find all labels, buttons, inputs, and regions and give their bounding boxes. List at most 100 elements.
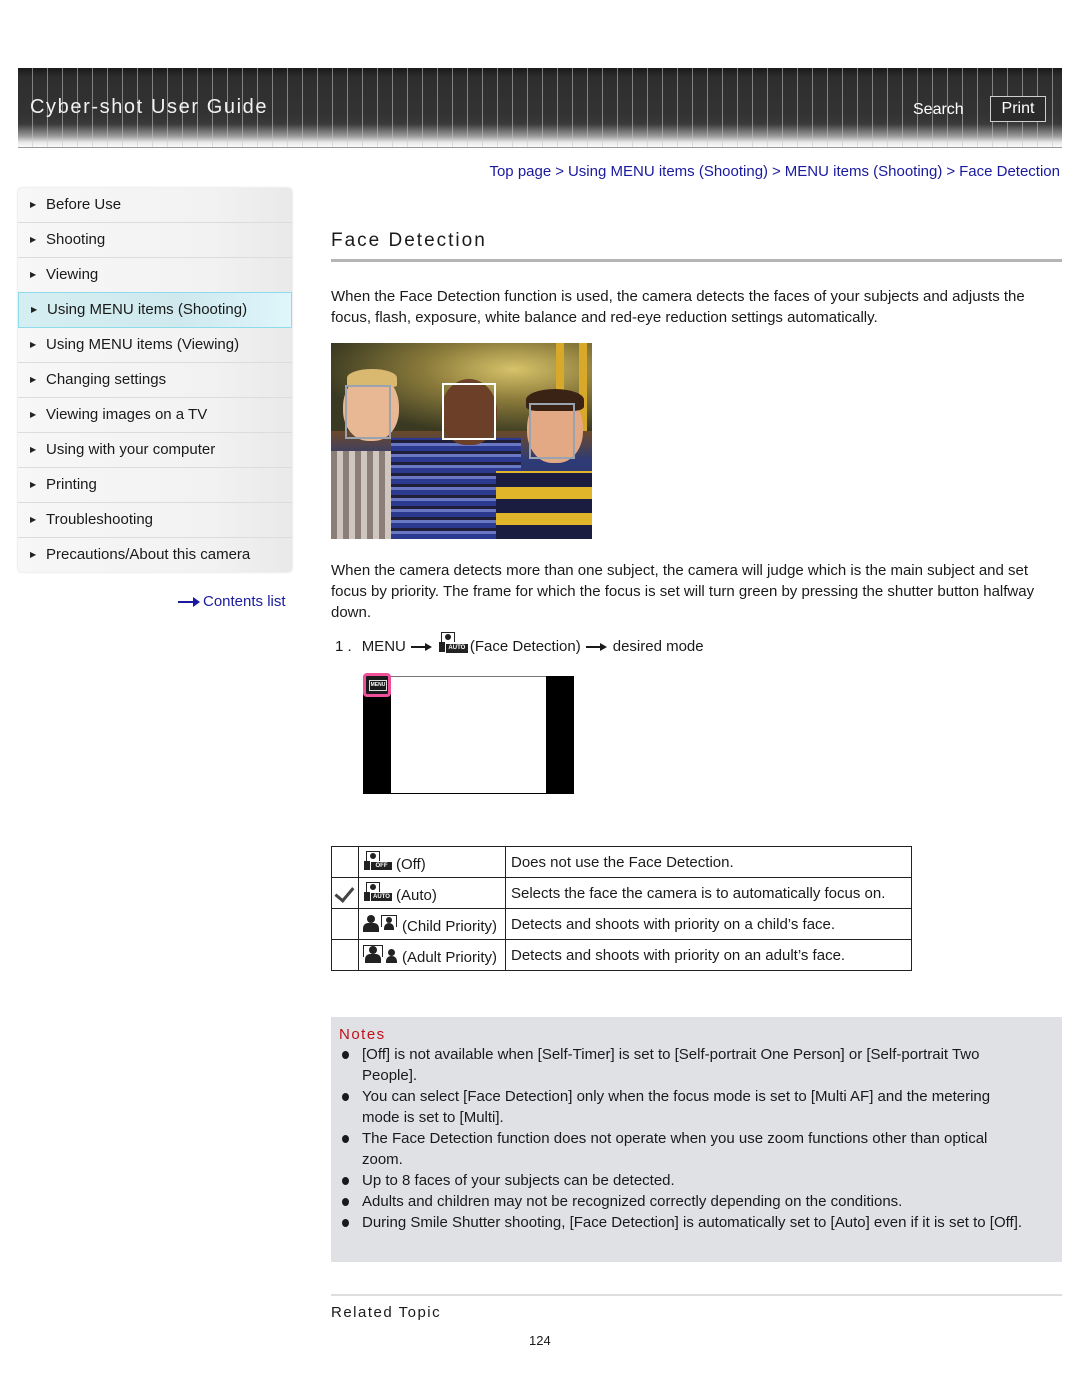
contents-list-link[interactable]: Contents list xyxy=(178,593,286,610)
related-topic-heading: Related Topic xyxy=(331,1304,442,1321)
face-detection-photo xyxy=(331,343,592,539)
sidebar-item-viewing[interactable]: ▶ Viewing xyxy=(18,258,292,293)
sidebar-nav: ▶ Before Use ▶ Shooting ▶ Viewing ▶ Using ME… xyxy=(18,188,292,572)
search-link[interactable]: Search xyxy=(913,101,964,119)
photo-rugby-shirt xyxy=(496,471,592,539)
triangle-right-icon: ▶ xyxy=(30,200,37,209)
note-item: The Face Detection function does not ope… xyxy=(331,1128,1031,1170)
selected-indicator-cell xyxy=(331,939,359,971)
related-divider xyxy=(331,1294,1062,1296)
print-button[interactable]: Print xyxy=(990,96,1046,122)
child-priority-icon xyxy=(363,913,399,933)
mode-cell: (Adult Priority) xyxy=(358,939,506,971)
breadcrumb-top-page[interactable]: Top page xyxy=(489,163,551,180)
step-target-label: desired mode xyxy=(612,638,704,655)
notes-title: Notes xyxy=(339,1026,386,1043)
breadcrumb: Top page > Using MENU items (Shooting) > MEN… xyxy=(489,163,1060,180)
breadcrumb-separator: > xyxy=(772,163,781,180)
mode-label: (Off) xyxy=(396,856,426,873)
table-row: OFF (Off) Does not use the Face Detection… xyxy=(331,846,912,878)
sidebar-item-using-menu-items-shooting[interactable]: ▶ Using MENU items (Shooting) xyxy=(18,292,292,328)
sidebar-item-changing-settings[interactable]: ▶ Changing settings xyxy=(18,363,292,398)
face-detection-auto-icon: AUTO xyxy=(363,882,393,902)
sidebar-item-before-use[interactable]: ▶ Before Use xyxy=(18,188,292,223)
camera-menu-button-highlight: MENU xyxy=(363,673,391,697)
table-row: (Adult Priority) Detects and shoots with… xyxy=(331,939,912,971)
breadcrumb-face-detection[interactable]: Face Detection xyxy=(959,163,1060,180)
note-item: Up to 8 faces of your subjects can be de… xyxy=(331,1170,1031,1191)
sidebar-item-label: Changing settings xyxy=(46,371,167,388)
adult-priority-icon xyxy=(363,944,399,964)
breadcrumb-separator: > xyxy=(946,163,956,180)
mode-label: (Adult Priority) xyxy=(402,949,498,966)
triangle-right-icon: ▶ xyxy=(30,515,37,524)
sidebar-item-label: Printing xyxy=(46,476,97,493)
camera-screen-illustration: MENU xyxy=(363,673,574,794)
selected-indicator-cell xyxy=(331,908,359,940)
selected-indicator-cell xyxy=(331,846,359,878)
checkmark-icon xyxy=(334,884,356,898)
sidebar-item-label: Before Use xyxy=(46,196,122,213)
mode-label: (Child Priority) xyxy=(402,918,498,935)
sidebar-item-viewing-images-on-tv[interactable]: ▶ Viewing images on a TV xyxy=(18,398,292,433)
mode-description: Selects the face the camera is to automa… xyxy=(505,877,912,909)
triangle-right-icon: ▶ xyxy=(30,340,37,349)
face-frame-secondary xyxy=(529,403,575,459)
sidebar-item-using-with-computer[interactable]: ▶ Using with your computer xyxy=(18,433,292,468)
table-row: (Child Priority) Detects and shoots with… xyxy=(331,908,912,940)
contents-list-label: Contents list xyxy=(203,593,286,610)
note-item: Adults and children may not be recognize… xyxy=(331,1191,1031,1212)
triangle-right-icon: ▶ xyxy=(30,270,37,279)
sidebar-item-label: Viewing xyxy=(46,266,99,283)
arrow-right-icon xyxy=(585,642,608,652)
title-divider xyxy=(331,259,1062,262)
note-item: [Off] is not available when [Self-Timer]… xyxy=(331,1044,1031,1086)
triangle-right-icon: ▶ xyxy=(30,235,37,244)
triangle-right-icon: ▶ xyxy=(30,550,37,559)
sidebar-item-shooting[interactable]: ▶ Shooting xyxy=(18,223,292,258)
sidebar-item-label: Troubleshooting xyxy=(46,511,154,528)
triangle-right-icon: ▶ xyxy=(30,375,37,384)
sidebar-item-precautions[interactable]: ▶ Precautions/About this camera xyxy=(18,538,292,572)
mode-cell: (Child Priority) xyxy=(358,908,506,940)
step-number: 1 . xyxy=(335,638,352,655)
breadcrumb-separator: > xyxy=(555,163,564,180)
app-title: Cyber-shot User Guide xyxy=(30,96,269,118)
triangle-right-icon: ▶ xyxy=(30,410,37,419)
page-title: Face Detection xyxy=(331,230,487,251)
mode-description: Detects and shoots with priority on a ch… xyxy=(505,908,912,940)
sidebar-item-using-menu-items-viewing[interactable]: ▶ Using MENU items (Viewing) xyxy=(18,328,292,363)
sidebar-item-label: Viewing images on a TV xyxy=(46,406,208,423)
sidebar-item-label: Using with your computer xyxy=(46,441,216,458)
sidebar-item-label: Using MENU items (Shooting) xyxy=(47,301,248,318)
triangle-right-icon: ▶ xyxy=(30,445,37,454)
table-row: AUTO (Auto) Selects the face the camera i… xyxy=(331,877,912,909)
camera-screen-border xyxy=(391,676,546,677)
face-frame-secondary xyxy=(345,385,391,439)
sidebar-item-label: Precautions/About this camera xyxy=(46,546,251,563)
notes-list: [Off] is not available when [Self-Timer]… xyxy=(331,1044,1031,1233)
notes-box: Notes [Off] is not available when [Self-… xyxy=(331,1017,1062,1262)
mode-cell: AUTO (Auto) xyxy=(358,877,506,909)
mode-cell: OFF (Off) xyxy=(358,846,506,878)
header-divider xyxy=(18,147,1062,148)
menu-button-icon: MENU xyxy=(369,680,387,691)
sidebar-item-troubleshooting[interactable]: ▶ Troubleshooting xyxy=(18,503,292,538)
face-detection-auto-icon: AUTO xyxy=(438,632,470,654)
sidebar-item-printing[interactable]: ▶ Printing xyxy=(18,468,292,503)
mode-description: Does not use the Face Detection. xyxy=(505,846,912,878)
triangle-right-icon: ▶ xyxy=(31,305,38,314)
arrow-right-icon xyxy=(178,597,200,608)
face-detection-off-icon: OFF xyxy=(363,851,393,871)
sidebar-item-label: Using MENU items (Viewing) xyxy=(46,336,240,353)
sidebar-item-label: Shooting xyxy=(46,231,106,248)
breadcrumb-using-menu-items-shooting[interactable]: Using MENU items (Shooting) xyxy=(568,163,768,180)
multi-subject-paragraph: When the camera detects more than one su… xyxy=(331,562,1035,621)
arrow-right-icon xyxy=(410,642,433,652)
triangle-right-icon: ▶ xyxy=(30,480,37,489)
intro-paragraph: When the Face Detection function is used… xyxy=(331,288,1025,326)
breadcrumb-menu-items-shooting[interactable]: MENU items (Shooting) xyxy=(785,163,943,180)
header-banner: Cyber-shot User Guide Search Print xyxy=(18,68,1062,148)
face-frame-main xyxy=(442,383,496,440)
page-number: 124 xyxy=(529,1333,551,1348)
